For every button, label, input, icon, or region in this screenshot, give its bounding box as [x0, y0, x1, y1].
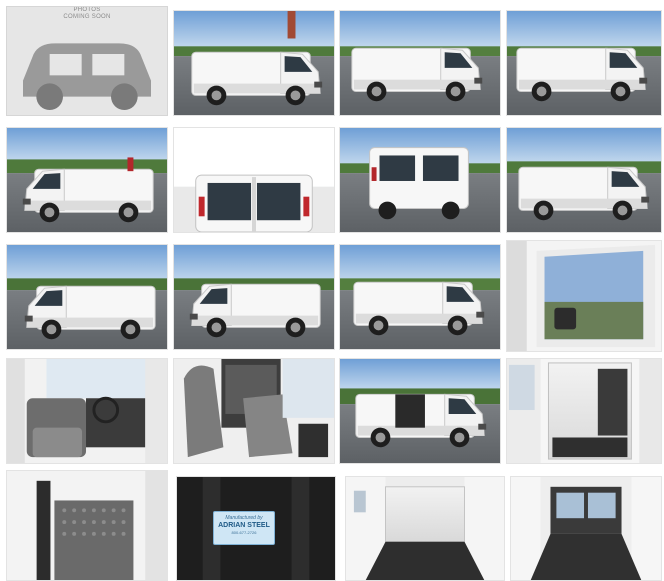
photo-gallery: PHOTOS COMING SOON Manufactured by ADRIA… — [0, 0, 664, 581]
photo-exterior-rear-doors[interactable] — [173, 127, 335, 233]
photo-cargo-floor-front[interactable] — [345, 476, 505, 581]
car-icon — [23, 43, 151, 110]
photo-placeholder[interactable]: PHOTOS COMING SOON — [6, 6, 168, 116]
photo-cargo-floor-rear-doors[interactable] — [510, 476, 662, 581]
placeholder-text-line2: COMING SOON — [63, 14, 111, 20]
photo-exterior-rear-left[interactable] — [6, 127, 168, 233]
photo-side-door-open[interactable] — [339, 358, 501, 464]
photo-exterior-right-side[interactable] — [506, 127, 662, 233]
photo-upfitter-label[interactable]: Manufactured by ADRIAN STEEL 800-677-272… — [176, 476, 336, 581]
photo-exterior-front-right[interactable] — [6, 244, 168, 350]
photo-cab-seats-partition[interactable] — [173, 358, 335, 464]
photo-driver-door-mirror[interactable] — [506, 240, 662, 352]
label-phone: 800-677-2726 — [231, 530, 257, 535]
photo-cargo-area-side-view[interactable] — [506, 358, 662, 464]
photo-exterior-left-side-3[interactable] — [339, 244, 501, 350]
photo-exterior-front-left[interactable] — [173, 10, 335, 116]
placeholder-text-line1: PHOTOS — [73, 7, 101, 13]
photo-partition-mesh[interactable] — [6, 470, 168, 581]
photo-exterior-rear-right[interactable] — [339, 127, 501, 233]
photo-exterior-left-side[interactable] — [339, 10, 501, 116]
photo-exterior-front-right-2[interactable] — [173, 244, 335, 350]
photo-cab-interior-driver[interactable] — [6, 358, 168, 464]
label-brand: ADRIAN STEEL — [218, 522, 270, 529]
upfitter-label-sticker: Manufactured by ADRIAN STEEL 800-677-272… — [213, 511, 275, 545]
photo-exterior-left-side-2[interactable] — [506, 10, 662, 116]
